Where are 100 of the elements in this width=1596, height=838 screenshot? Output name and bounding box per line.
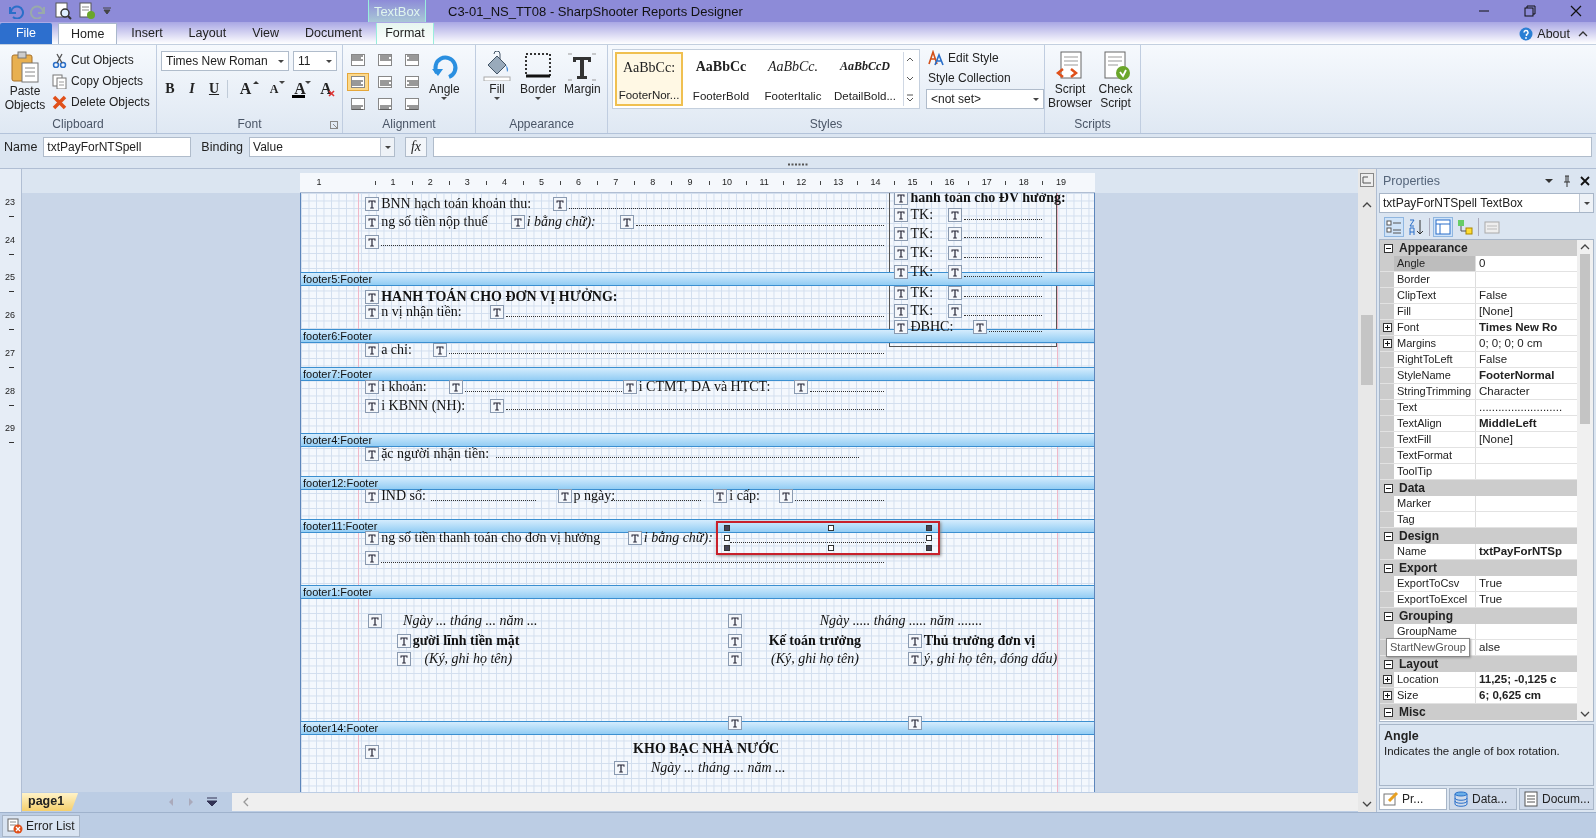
scrollbar-thumb[interactable] [1580, 254, 1590, 424]
text-box-icon[interactable] [396, 633, 411, 648]
resize-handle[interactable] [828, 525, 835, 532]
property-name[interactable]: ExportToCsv [1394, 576, 1476, 591]
text-box-icon[interactable] [613, 761, 628, 776]
object-dropdown[interactable]: txtPayForNTSpell TextBox [1379, 193, 1594, 213]
text-box-icon[interactable] [448, 380, 463, 395]
category-header[interactable]: Export [1399, 561, 1437, 575]
ribbon-tab[interactable]: Format [376, 23, 434, 44]
property-value[interactable]: 11,25; -0,125 c [1476, 672, 1577, 687]
pin-icon[interactable] [1562, 175, 1572, 187]
property-name[interactable]: ExportToExcel [1394, 592, 1476, 607]
collapse-icon[interactable] [1384, 563, 1393, 573]
text-box-icon[interactable] [365, 214, 380, 229]
property-value[interactable]: False [1476, 352, 1577, 367]
expand-icon[interactable] [1382, 339, 1392, 348]
text-box-icon[interactable] [510, 214, 525, 229]
property-name[interactable]: StringTrimming [1394, 384, 1476, 399]
scroll-up-icon[interactable] [1580, 243, 1590, 251]
dialog-launcher-icon[interactable] [330, 121, 338, 129]
italic-button[interactable]: I [183, 79, 201, 99]
bold-button[interactable]: B [161, 79, 179, 99]
ribbon-tab[interactable]: Document [293, 23, 374, 44]
text-box-icon[interactable] [948, 246, 963, 261]
paste-button[interactable]: Paste Objects [4, 49, 46, 114]
text-box-icon[interactable] [727, 613, 742, 628]
style-preset[interactable]: AaBbCc. FooterItalic [759, 52, 827, 106]
text-box-icon[interactable] [627, 531, 642, 546]
text-box-icon[interactable] [907, 633, 922, 648]
ribbon-button[interactable]: Delete Objects [50, 93, 152, 111]
scroll-down-icon[interactable] [1362, 800, 1372, 808]
text-box-icon[interactable] [727, 652, 742, 667]
property-name[interactable]: RightToLeft [1394, 352, 1476, 367]
text-box-icon[interactable] [365, 197, 380, 212]
collapse-icon[interactable] [1384, 707, 1393, 717]
style-preset[interactable]: AaBbCc FooterBold [687, 52, 755, 106]
scroll-up-icon[interactable] [1362, 201, 1372, 209]
band-header[interactable]: footer7:Footer [301, 367, 1094, 382]
collapse-icon[interactable] [1384, 611, 1393, 621]
margin-button[interactable]: Margin [562, 49, 603, 98]
font-size-dropdown[interactable]: 11 [293, 51, 337, 71]
text-box-icon[interactable] [365, 551, 380, 566]
tab-list-icon[interactable] [206, 797, 219, 807]
property-value[interactable]: alse [1476, 640, 1577, 655]
splitter-grip-icon[interactable] [788, 162, 808, 166]
collapse-icon[interactable] [1384, 483, 1393, 493]
text-box-icon[interactable] [907, 652, 922, 667]
text-box-icon[interactable] [894, 208, 909, 223]
property-name[interactable]: Marker [1394, 496, 1476, 511]
text-box-icon[interactable] [365, 489, 380, 504]
shrink-font-button[interactable]: A [263, 79, 285, 99]
text-box-icon[interactable] [365, 531, 380, 546]
alignment-button[interactable] [347, 73, 369, 91]
property-value[interactable]: [None] [1476, 432, 1577, 447]
expand-icon[interactable] [1382, 323, 1392, 332]
ribbon-tab[interactable]: Home [58, 23, 118, 44]
selection-frame[interactable] [716, 521, 941, 556]
text-box-icon[interactable] [490, 305, 505, 320]
text-box-icon[interactable] [365, 398, 380, 413]
categorized-icon[interactable] [1385, 218, 1403, 236]
property-value[interactable]: FooterNormal [1476, 368, 1577, 383]
property-name[interactable]: Fill [1394, 304, 1476, 319]
collapse-icon[interactable] [1384, 659, 1393, 669]
property-name[interactable]: ToolTip [1394, 464, 1476, 479]
collapse-icon[interactable] [1384, 531, 1393, 541]
font-family-dropdown[interactable]: Times New Roman [161, 51, 289, 71]
text-box-icon[interactable] [557, 489, 572, 504]
formula-field[interactable] [433, 137, 1592, 157]
ribbon-button[interactable]: Cut Objects [50, 51, 152, 69]
print-preview-icon[interactable] [54, 2, 72, 20]
category-header[interactable]: Data [1399, 481, 1425, 495]
expand-icon[interactable] [1382, 691, 1392, 700]
property-name[interactable]: Text [1394, 400, 1476, 415]
text-box-icon[interactable] [948, 304, 963, 319]
property-name[interactable]: StyleName [1394, 368, 1476, 383]
vertical-scrollbar[interactable] [1358, 169, 1376, 812]
style-collection-dropdown[interactable]: <not set> [926, 89, 1044, 109]
property-value[interactable]: [None] [1476, 304, 1577, 319]
scrollbar-thumb[interactable] [1361, 315, 1373, 385]
text-box-icon[interactable] [894, 226, 909, 241]
ribbon-tab[interactable]: Layout [176, 23, 239, 44]
text-box-icon[interactable] [490, 398, 505, 413]
property-name[interactable]: Name [1394, 544, 1476, 559]
binding-dropdown[interactable]: Value [249, 137, 396, 157]
ribbon-tab[interactable]: Insert [119, 23, 175, 44]
property-value[interactable]: 0; 0; 0; 0 cm [1476, 336, 1577, 351]
text-box-icon[interactable] [894, 304, 909, 319]
text-box-icon[interactable] [727, 716, 742, 731]
text-box-icon[interactable] [972, 320, 987, 335]
about-button[interactable]: About [1519, 27, 1570, 41]
property-name[interactable]: Size [1394, 688, 1476, 703]
edit-style-button[interactable]: Edit Style [926, 49, 1044, 67]
band-header[interactable]: footer14:Footer [301, 721, 1094, 736]
angle-button[interactable]: Angle [427, 49, 462, 102]
document-check-icon[interactable] [78, 2, 96, 20]
property-name[interactable]: Margins [1394, 336, 1476, 351]
text-box-icon[interactable] [365, 289, 380, 304]
ruler-toggle-icon[interactable] [1360, 173, 1374, 187]
text-box-icon[interactable] [948, 208, 963, 223]
property-value[interactable]: False [1476, 288, 1577, 303]
